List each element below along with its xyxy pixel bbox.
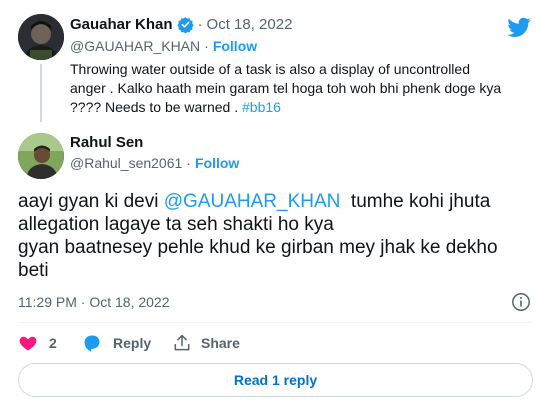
reply-text-part: tumhe kohi jhuta	[340, 191, 491, 212]
share-button[interactable]: Share	[172, 333, 240, 353]
hashtag-link[interactable]: #bb16	[242, 99, 281, 115]
parent-author-name[interactable]: Gauahar Khan	[70, 16, 173, 33]
reply-bubble-icon	[82, 333, 102, 353]
reply-tweet-text: aayi gyan ki devi @GAUAHAR_KHAN tumhe ko…	[18, 190, 533, 282]
reply-handle-row: @Rahul_sen2061 · Follow	[70, 155, 239, 171]
reply-author-name[interactable]: Rahul Sen	[70, 134, 143, 151]
parent-text-line: ???? Needs to be warned . #bb16	[70, 98, 525, 117]
parent-handle[interactable]: @GAUAHAR_KHAN	[70, 38, 200, 54]
parent-text-line: Throwing water outside of a task is also…	[70, 61, 470, 77]
thread-line	[40, 64, 42, 122]
handle-separator: ·	[204, 38, 209, 54]
handle-separator: ·	[186, 155, 191, 171]
heart-icon	[18, 333, 38, 353]
like-button[interactable]: 2	[18, 333, 57, 353]
share-icon	[172, 333, 192, 353]
parent-text-plain: ???? Needs to be warned .	[70, 99, 243, 115]
parent-tweet-text: Throwing water outside of a task is also…	[70, 60, 525, 117]
info-icon[interactable]	[511, 292, 531, 312]
read-replies-button[interactable]: Read 1 reply	[18, 363, 533, 397]
reply-text-line: beti	[18, 260, 49, 281]
share-label: Share	[201, 335, 240, 351]
parent-handle-row: @GAUAHAR_KHAN · Follow	[70, 38, 257, 54]
reply-timestamp[interactable]: 11:29 PM · Oct 18, 2022	[18, 294, 170, 310]
like-count: 2	[49, 335, 57, 351]
parent-text-line: anger . Kalko haath mein garam tel hoga …	[70, 80, 502, 96]
parent-header-row: Gauahar Khan · Oct 18, 2022	[70, 16, 293, 34]
parent-avatar[interactable]	[18, 14, 64, 60]
reply-text-line: aayi gyan ki devi @GAUAHAR_KHAN tumhe ko…	[18, 190, 533, 213]
mention-link[interactable]: @GAUAHAR_KHAN	[164, 191, 341, 212]
actions-divider	[18, 322, 533, 323]
twitter-bird-icon[interactable]	[507, 15, 531, 39]
reply-avatar[interactable]	[18, 133, 64, 179]
reply-label: Reply	[113, 335, 152, 351]
reply-text-line: allegation lagaye ta seh shakti ho kya	[18, 214, 334, 235]
reply-follow-button[interactable]: Follow	[195, 155, 239, 171]
parent-separator: ·	[197, 16, 203, 33]
reply-text-line: gyan baatnesey pehle khud ke girban mey …	[18, 237, 498, 258]
read-replies-label: Read 1 reply	[233, 372, 318, 388]
reply-handle[interactable]: @Rahul_sen2061	[70, 155, 182, 171]
reply-header-row: Rahul Sen	[70, 134, 143, 152]
parent-follow-button[interactable]: Follow	[213, 38, 257, 54]
reply-text-part: aayi gyan ki devi	[18, 191, 164, 212]
reply-button[interactable]: Reply	[82, 333, 151, 353]
verified-badge-icon	[176, 16, 194, 34]
parent-date[interactable]: Oct 18, 2022	[207, 16, 293, 33]
